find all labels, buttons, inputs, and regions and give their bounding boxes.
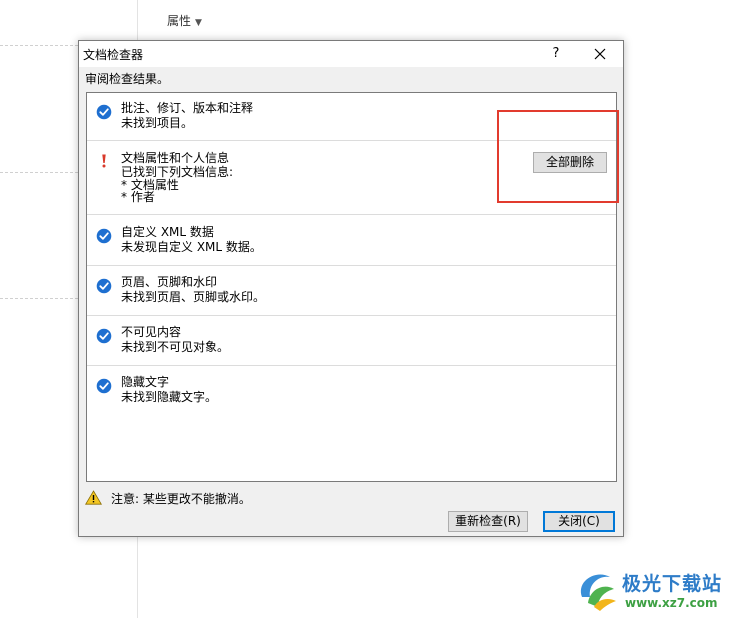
- check-icon: [96, 278, 112, 294]
- result-item-headers-footers: 页眉、页脚和水印 未找到页眉、页脚或水印。: [87, 266, 616, 316]
- result-item-hidden-text: 隐藏文字 未找到隐藏文字。: [87, 366, 616, 416]
- exclamation-icon: [96, 153, 112, 169]
- aurora-logo-icon: [574, 567, 620, 613]
- warning-icon: [84, 490, 103, 505]
- result-item-comments: 批注、修订、版本和注释 未找到项目。: [87, 93, 616, 141]
- result-detail: * 作者: [121, 190, 155, 204]
- results-list: 批注、修订、版本和注释 未找到项目。 文档属性和个人信息 已找到下列文档信息: …: [86, 92, 617, 482]
- result-description: 未发现自定义 XML 数据。: [121, 240, 262, 254]
- help-button[interactable]: ?: [545, 44, 567, 64]
- check-icon: [96, 328, 112, 344]
- result-title: 批注、修订、版本和注释: [121, 101, 254, 115]
- properties-menu[interactable]: 属性 ▼: [167, 12, 202, 29]
- result-item-custom-xml: 自定义 XML 数据 未发现自定义 XML 数据。: [87, 215, 616, 266]
- result-title: 不可见内容: [121, 325, 182, 339]
- warning-note: 注意: 某些更改不能撤消。: [111, 492, 251, 506]
- result-description: 未找到项目。: [121, 116, 194, 130]
- reinspect-button[interactable]: 重新检查(R): [448, 511, 528, 532]
- close-window-button[interactable]: [587, 44, 613, 64]
- result-item-invisible-content: 不可见内容 未找到不可见对象。: [87, 316, 616, 366]
- check-icon: [96, 104, 112, 120]
- result-description: 未找到页眉、页脚或水印。: [121, 290, 266, 304]
- watermark-name: 极光下载站: [622, 573, 723, 595]
- remove-all-button[interactable]: 全部删除: [533, 152, 607, 173]
- dialog-subtitle: 审阅检查结果。: [85, 72, 170, 86]
- result-title: 页眉、页脚和水印: [121, 275, 218, 289]
- close-icon: [594, 48, 606, 60]
- result-description: 未找到不可见对象。: [121, 340, 230, 354]
- dialog-title: 文档检查器: [83, 48, 144, 62]
- properties-label: 属性: [167, 14, 192, 28]
- result-title: 自定义 XML 数据: [121, 225, 214, 239]
- document-inspector-dialog: 文档检查器 ? 审阅检查结果。 批注、修订、版本和注释 未找到项目。 文档属性和…: [78, 40, 624, 537]
- close-button[interactable]: 关闭(C): [543, 511, 615, 532]
- site-watermark: 极光下载站 www.xz7.com: [572, 561, 732, 615]
- check-icon: [96, 378, 112, 394]
- check-icon: [96, 228, 112, 244]
- result-title: 隐藏文字: [121, 375, 170, 389]
- dialog-titlebar: 文档检查器 ?: [79, 41, 623, 67]
- result-description: 未找到隐藏文字。: [121, 390, 218, 404]
- watermark-url: www.xz7.com: [625, 596, 718, 610]
- chevron-down-icon: ▼: [195, 18, 202, 28]
- result-title: 文档属性和个人信息: [121, 151, 230, 165]
